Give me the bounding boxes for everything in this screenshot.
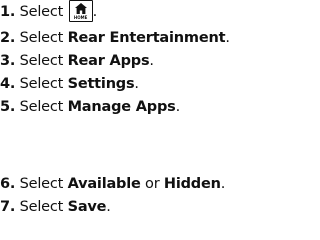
step-target-alt: Hidden xyxy=(163,176,221,192)
step-number: 6. xyxy=(0,176,16,192)
step-text: Select xyxy=(19,30,68,46)
home-caption: HOME xyxy=(73,15,88,20)
step-text: Select xyxy=(19,99,68,115)
step-text: Select xyxy=(19,199,68,215)
step-text: Select xyxy=(19,76,68,92)
step-target: Save xyxy=(67,199,107,215)
step-target: Manage Apps xyxy=(67,99,176,115)
step-suffix: . xyxy=(149,53,154,69)
step-number: 7. xyxy=(0,199,16,215)
step-5: 5. Select Manage Apps. xyxy=(0,99,180,116)
step-number: 1. xyxy=(0,4,16,20)
step-suffix: . xyxy=(220,176,226,192)
step-suffix: . xyxy=(92,4,98,20)
step-number: 5. xyxy=(0,99,16,115)
step-suffix: . xyxy=(225,30,230,46)
step-suffix: . xyxy=(134,76,139,92)
step-suffix: . xyxy=(106,199,111,215)
step-number: 2. xyxy=(0,30,16,46)
step-number: 4. xyxy=(0,76,16,92)
home-icon: HOME xyxy=(68,0,93,22)
step-3: 3. Select Rear Apps. xyxy=(0,53,154,70)
step-text: Select xyxy=(19,53,68,69)
step-7: 7. Select Save. xyxy=(0,199,111,216)
step-target: Rear Apps xyxy=(67,53,150,69)
step-6: 6. Select Available or Hidden. xyxy=(0,176,225,193)
step-2: 2. Select Rear Entertainment. xyxy=(0,30,230,47)
step-connector: or xyxy=(140,176,164,192)
step-text: Select xyxy=(19,4,68,20)
step-text: Select xyxy=(19,176,68,192)
step-4: 4. Select Settings. xyxy=(0,76,139,93)
step-target: Available xyxy=(67,176,141,192)
step-target: Settings xyxy=(67,76,135,92)
step-target: Rear Entertainment xyxy=(67,30,226,46)
step-number: 3. xyxy=(0,53,16,69)
step-1: 1. Select HOME. xyxy=(0,0,97,22)
step-suffix: . xyxy=(175,99,181,115)
